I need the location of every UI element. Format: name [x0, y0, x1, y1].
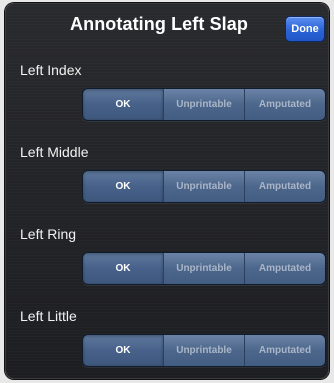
ok-segment[interactable]: OK — [83, 335, 163, 366]
ok-segment[interactable]: OK — [83, 171, 163, 202]
unprintable-segment[interactable]: Unprintable — [163, 253, 244, 284]
status-segmented-control: OK Unprintable Amputated — [82, 170, 326, 203]
finger-row-left-middle: Left Middle OK Unprintable Amputated — [5, 144, 329, 224]
unprintable-segment[interactable]: Unprintable — [163, 335, 244, 366]
finger-label: Left Middle — [20, 144, 89, 160]
ok-segment[interactable]: OK — [83, 253, 163, 284]
ok-segment[interactable]: OK — [83, 89, 163, 120]
amputated-segment[interactable]: Amputated — [244, 171, 325, 202]
annotation-popover: Annotating Left Slap Done Left Index OK … — [5, 3, 329, 379]
finger-label: Left Index — [20, 62, 82, 78]
unprintable-segment[interactable]: Unprintable — [163, 171, 244, 202]
unprintable-segment[interactable]: Unprintable — [163, 89, 244, 120]
finger-label: Left Ring — [20, 226, 77, 242]
status-segmented-control: OK Unprintable Amputated — [82, 334, 326, 367]
amputated-segment[interactable]: Amputated — [244, 335, 325, 366]
status-segmented-control: OK Unprintable Amputated — [82, 252, 326, 285]
done-button[interactable]: Done — [285, 16, 325, 42]
finger-row-left-little: Left Little OK Unprintable Amputated — [5, 308, 329, 379]
page-title: Annotating Left Slap — [70, 14, 248, 34]
amputated-segment[interactable]: Amputated — [244, 89, 325, 120]
amputated-segment[interactable]: Amputated — [244, 253, 325, 284]
finger-row-left-ring: Left Ring OK Unprintable Amputated — [5, 226, 329, 306]
status-segmented-control: OK Unprintable Amputated — [82, 88, 326, 121]
finger-label: Left Little — [20, 308, 77, 324]
title-bar: Annotating Left Slap Done — [5, 3, 329, 47]
finger-row-left-index: Left Index OK Unprintable Amputated — [5, 62, 329, 142]
